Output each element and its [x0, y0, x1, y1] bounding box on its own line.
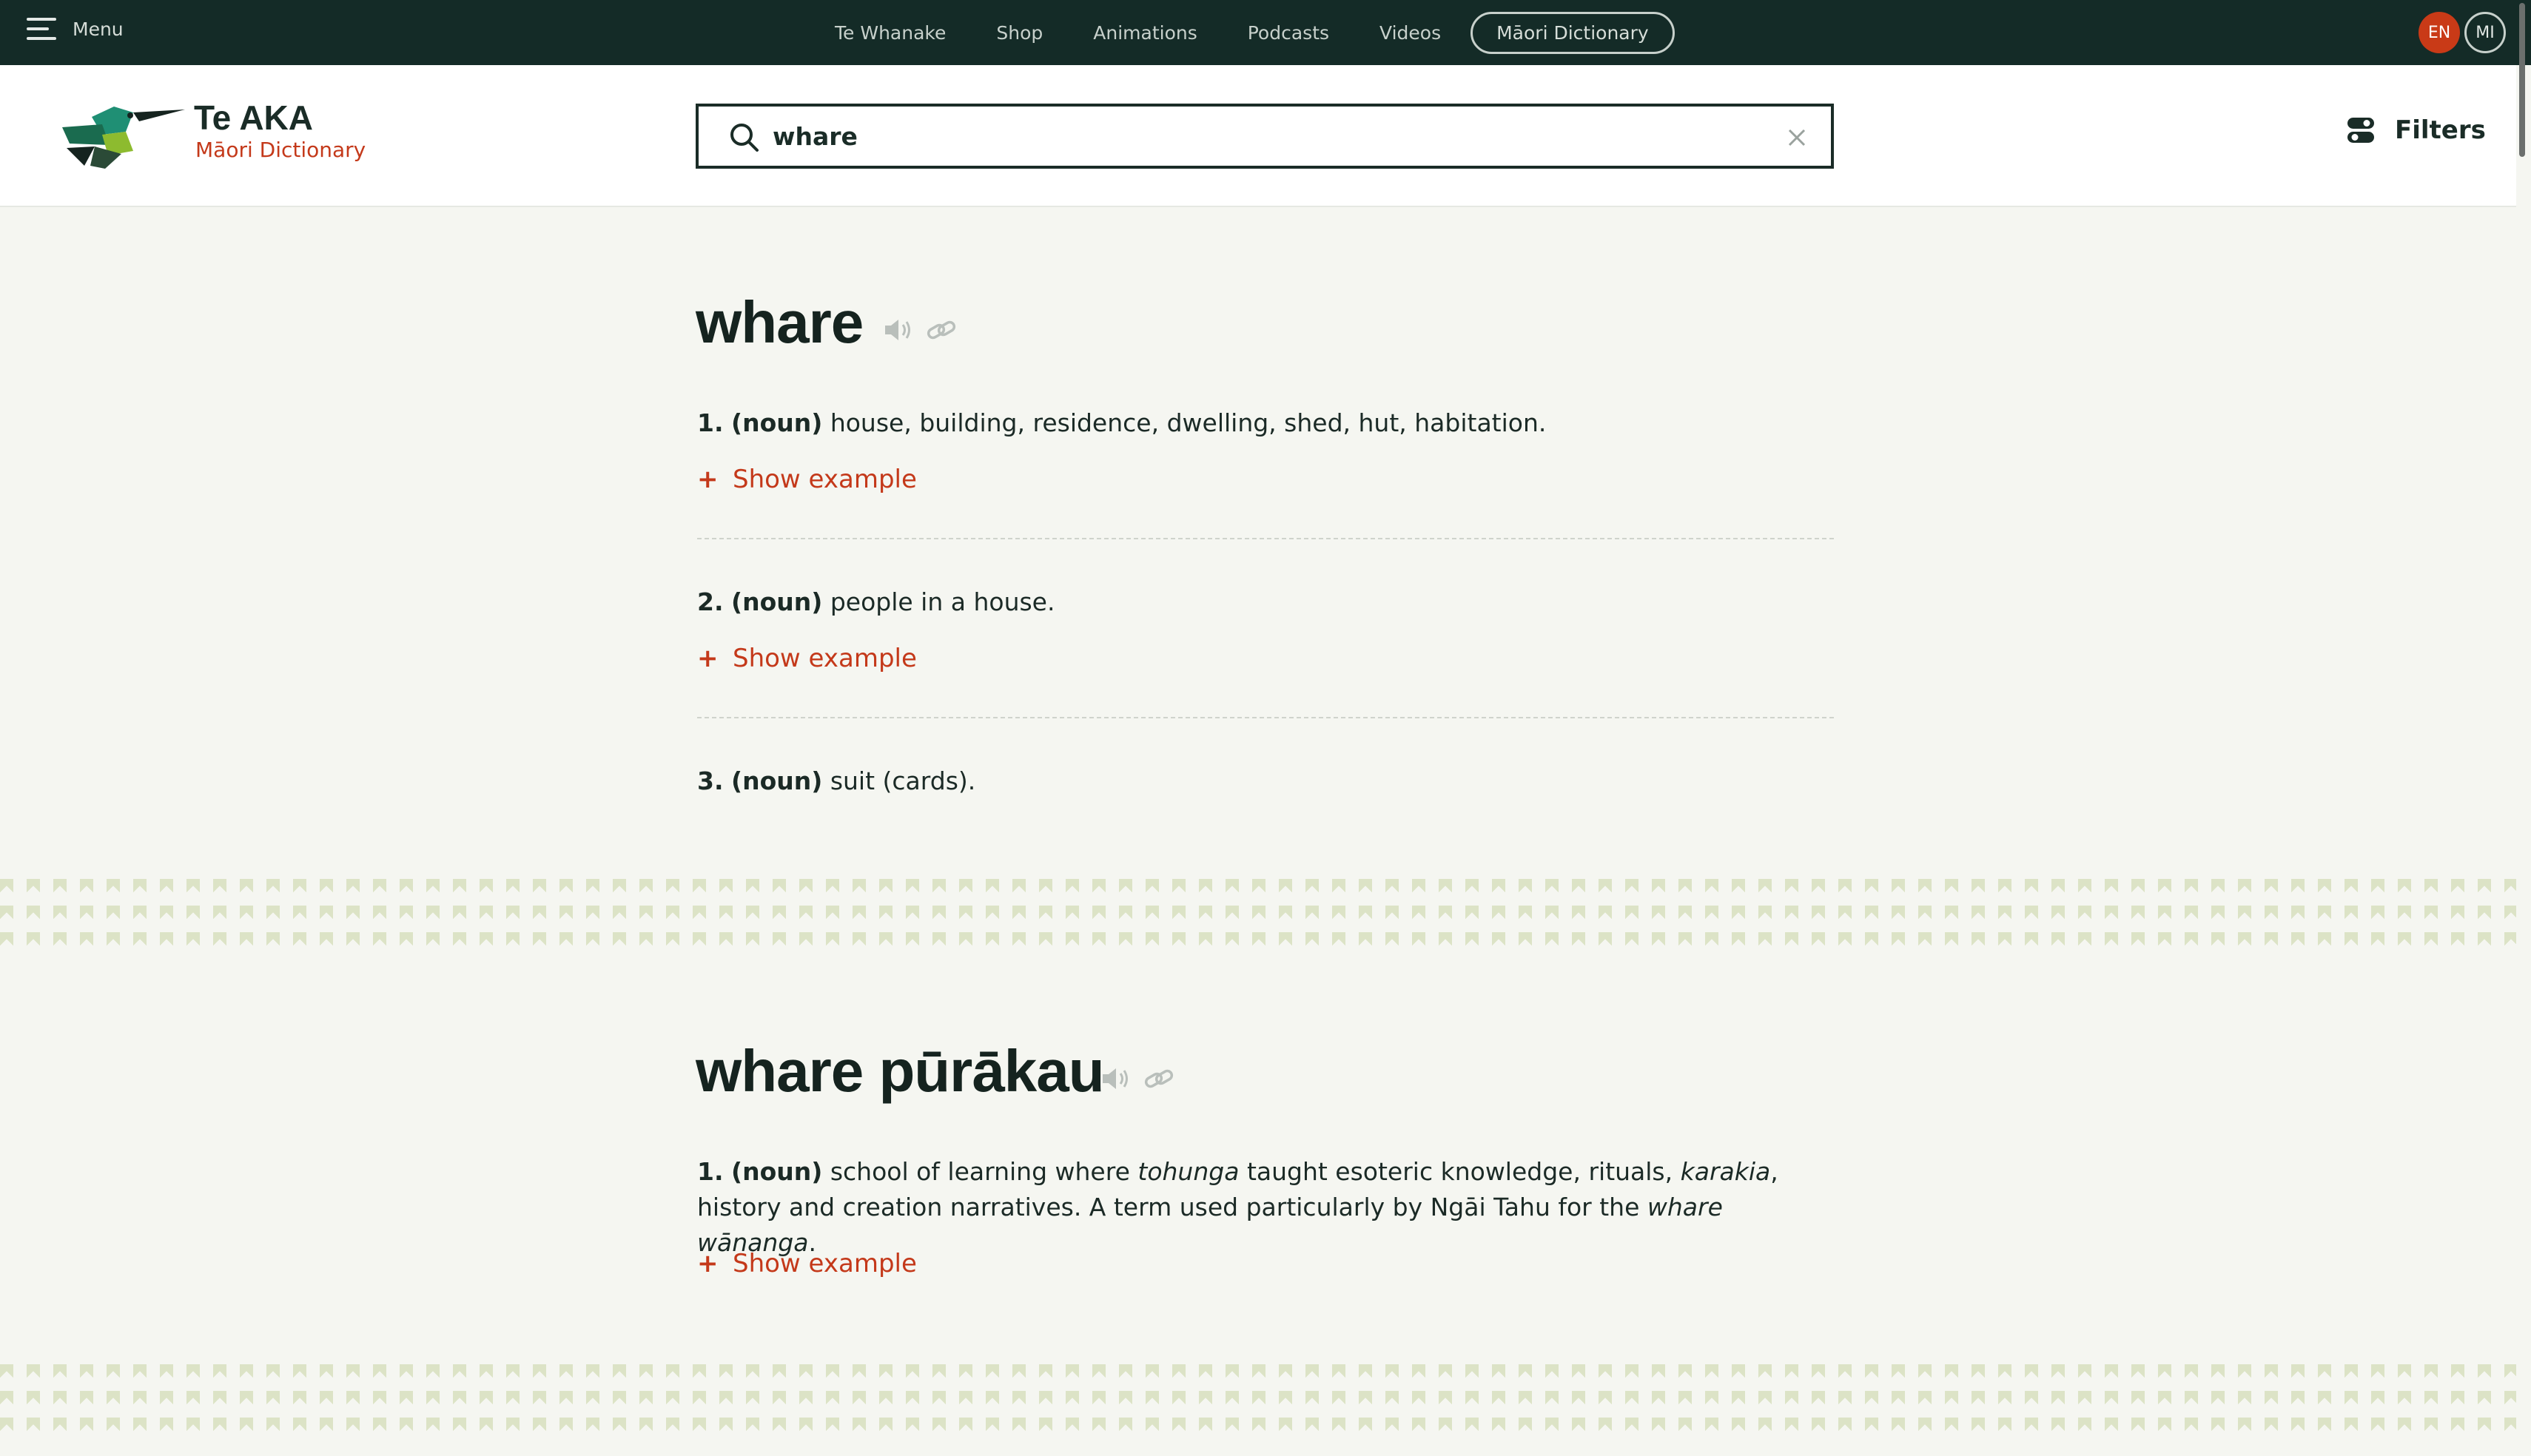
show-example-label: Show example — [733, 465, 917, 494]
plus-icon: + — [697, 465, 719, 494]
show-example-button[interactable]: + Show example — [697, 465, 917, 494]
brand-subtitle: Māori Dictionary — [195, 138, 366, 162]
nav-link-animations[interactable]: Animations — [1093, 22, 1197, 44]
maori-term: karakia — [1680, 1157, 1771, 1186]
link-icon[interactable] — [1143, 1064, 1175, 1093]
plus-icon: + — [697, 1249, 719, 1278]
language-en-button[interactable]: EN — [2419, 12, 2460, 53]
entry-headword: whare pūrākau — [696, 1038, 1105, 1104]
sense-text: suit (cards). — [830, 766, 976, 795]
sense-text: taught esoteric knowledge, rituals, — [1246, 1157, 1673, 1186]
sense-text: people in a house. — [830, 587, 1055, 616]
nav-link-shop[interactable]: Shop — [996, 22, 1043, 44]
link-icon[interactable] — [925, 315, 958, 345]
nav-link-maori-dictionary[interactable]: Māori Dictionary — [1470, 11, 1675, 54]
nav-link-te-whanake[interactable]: Te Whanake — [835, 22, 946, 44]
part-of-speech: (noun) — [731, 408, 823, 437]
sense-1: 1. (noun) house, building, residence, dw… — [697, 405, 1837, 441]
brand-title: Te AKA — [194, 98, 313, 137]
speaker-icon[interactable] — [1100, 1064, 1132, 1093]
show-example-label: Show example — [733, 644, 917, 673]
hamburger-icon — [27, 18, 56, 40]
sense-number: 1. — [697, 408, 724, 437]
part-of-speech: (noun) — [731, 1157, 823, 1186]
hummingbird-logo[interactable] — [62, 102, 185, 169]
show-example-button[interactable]: + Show example — [697, 644, 917, 673]
plus-icon: + — [697, 644, 719, 673]
divider — [697, 717, 1834, 718]
site-header: Te AKA Māori Dictionary Filters — [0, 65, 2516, 207]
sense-text: house, building, residence, dwelling, sh… — [830, 408, 1547, 437]
show-example-button[interactable]: + Show example — [697, 1249, 917, 1278]
search-icon — [730, 124, 759, 152]
sense-number: 1. — [697, 1157, 724, 1186]
sense-2: 2. (noun) people in a house. — [697, 584, 1837, 620]
sense-text: school of learning where — [830, 1157, 1130, 1186]
scrollbar[interactable] — [2516, 0, 2531, 1456]
nav-link-podcasts[interactable]: Podcasts — [1248, 22, 1329, 44]
maori-term: tohunga — [1137, 1157, 1240, 1186]
language-mi-button[interactable]: MI — [2464, 12, 2506, 53]
show-example-label: Show example — [733, 1249, 917, 1278]
sense-1: 1. (noun) school of learning where tohun… — [697, 1154, 1837, 1261]
decorative-pattern — [0, 1364, 2516, 1441]
filters-button[interactable]: Filters — [2346, 115, 2486, 145]
scrollbar-thumb[interactable] — [2519, 3, 2525, 157]
divider — [697, 538, 1834, 539]
decorative-pattern — [0, 879, 2516, 956]
menu-label: Menu — [73, 18, 124, 40]
nav-link-videos[interactable]: Videos — [1379, 22, 1441, 44]
search-input[interactable] — [773, 117, 1735, 155]
top-navigation: Menu Te Whanake Shop Animations Podcasts… — [0, 0, 2531, 65]
sense-number: 2. — [697, 587, 724, 616]
speaker-icon[interactable] — [882, 315, 915, 345]
sense-number: 3. — [697, 766, 724, 795]
menu-button[interactable]: Menu — [27, 18, 124, 40]
entry-headword: whare — [696, 289, 864, 355]
nav-links: Te Whanake Shop Animations Podcasts Vide… — [835, 10, 1675, 55]
part-of-speech: (noun) — [731, 766, 823, 795]
close-icon[interactable] — [1785, 126, 1809, 149]
part-of-speech: (noun) — [731, 587, 823, 616]
sense-3: 3. (noun) suit (cards). — [697, 764, 1837, 799]
search-bar[interactable] — [696, 104, 1834, 169]
filters-label: Filters — [2395, 115, 2486, 145]
filters-icon — [2347, 118, 2374, 143]
